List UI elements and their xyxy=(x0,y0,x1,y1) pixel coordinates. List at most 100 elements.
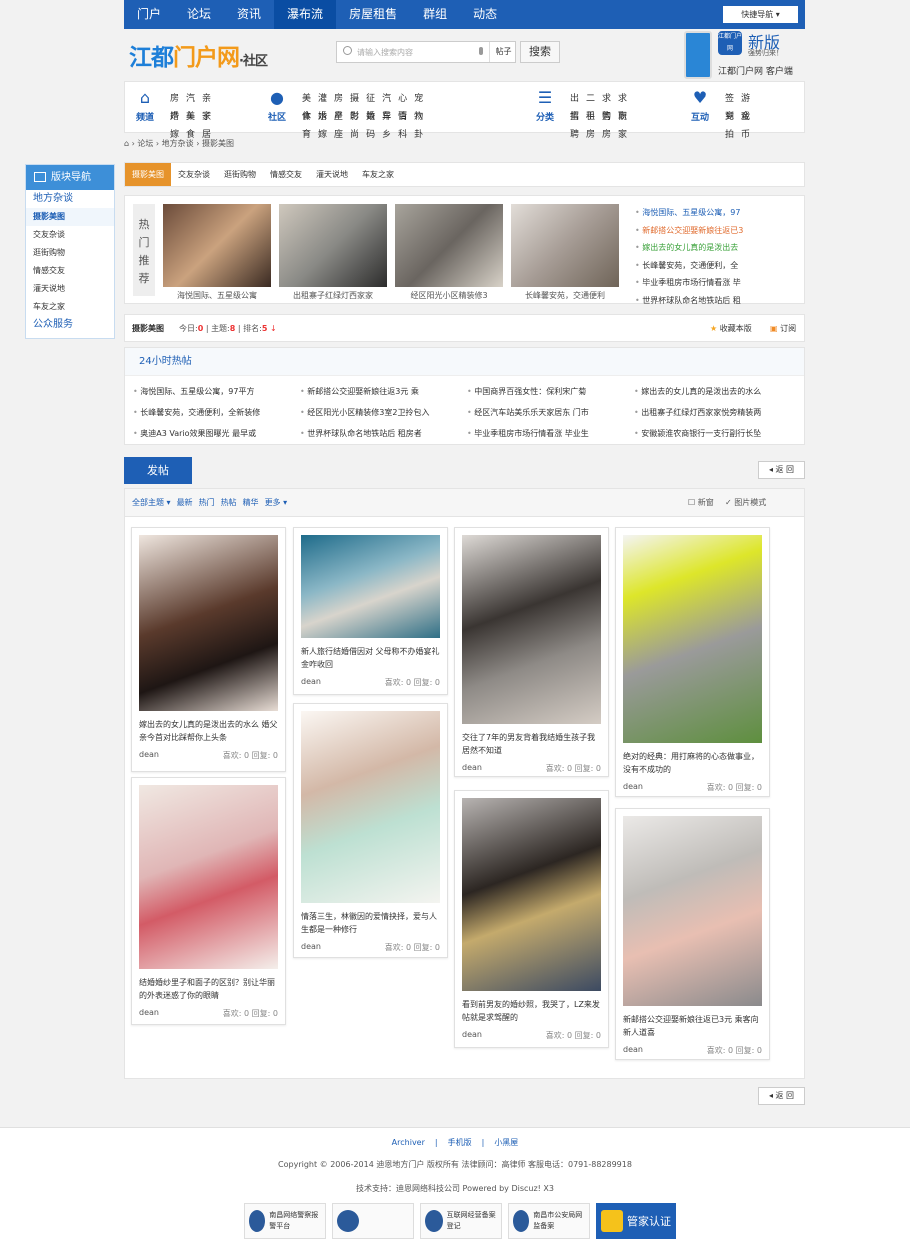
subforum-tab[interactable]: 情感交友 xyxy=(263,163,309,186)
category-link[interactable]: 宠物 xyxy=(414,90,423,122)
category-link[interactable]: 美食 xyxy=(186,108,195,140)
footer-badge[interactable] xyxy=(332,1203,414,1239)
footer-badge[interactable]: 管家认证 xyxy=(596,1203,676,1239)
post-title[interactable]: 看到前男友的婚纱照，我哭了，LZ来发帖就是求驾醒的 xyxy=(462,998,603,1024)
category-link[interactable]: 房产 xyxy=(334,90,343,122)
category-icon[interactable]: ♥ xyxy=(685,88,715,107)
category-link[interactable]: 求购 xyxy=(602,90,611,122)
app-promo[interactable]: 江都门户网 新版 强势归来！ 江都门户网 客户端 xyxy=(680,29,805,81)
breadcrumb-item[interactable]: 论坛 xyxy=(137,139,153,148)
category-link[interactable]: 汽车 xyxy=(382,90,391,122)
post-photo[interactable] xyxy=(139,785,278,969)
hot-post-link[interactable]: 中国商界百强女性：保利宋广菊 xyxy=(467,384,634,400)
top-nav-item[interactable]: 论坛 xyxy=(174,0,224,29)
post-author[interactable]: dean xyxy=(462,1030,482,1039)
hot-post-link[interactable]: 海悦国际、五星级公寓，97平方 xyxy=(133,384,300,400)
post-photo[interactable] xyxy=(301,535,440,638)
category-icon[interactable]: ☰ xyxy=(530,88,560,107)
quick-nav-button[interactable]: 快捷导航 ▾ xyxy=(723,6,798,23)
home-icon[interactable]: ⌂ xyxy=(124,139,132,148)
recommend-caption[interactable]: 出租寨子红绿灯西家家 xyxy=(279,290,387,301)
category-label[interactable]: 频道 xyxy=(130,110,160,123)
sidebar-item[interactable]: 交友杂谈 xyxy=(26,226,114,244)
new-window-toggle[interactable]: ☐ 新窗 xyxy=(688,489,720,517)
recommend-caption[interactable]: 海悦国际、五星级公寓 xyxy=(163,290,271,301)
category-link[interactable]: 房产 xyxy=(170,90,179,122)
recommend-photo[interactable] xyxy=(279,204,387,287)
subforum-tab[interactable]: 车友之家 xyxy=(355,163,401,186)
microphone-icon[interactable] xyxy=(479,47,483,55)
category-label[interactable]: 分类 xyxy=(530,110,560,123)
post-photo[interactable] xyxy=(139,535,278,711)
category-link[interactable]: 百科 xyxy=(398,108,407,140)
top-nav-item[interactable]: 门户 xyxy=(124,0,174,29)
recommend-photo[interactable] xyxy=(163,204,271,287)
subforum-tab[interactable]: 交友杂谈 xyxy=(171,163,217,186)
top-nav-item[interactable]: 动态 xyxy=(460,0,510,29)
post-title[interactable]: 新人旅行结婚借因对 父母称不办婚宴礼金咋收回 xyxy=(301,645,442,671)
post-author[interactable]: dean xyxy=(301,677,321,686)
top-nav-item[interactable]: 房屋租售 xyxy=(336,0,410,29)
category-link[interactable]: 售房 xyxy=(602,108,611,140)
breadcrumb-item[interactable]: 摄影美图 xyxy=(202,139,234,148)
search-box[interactable]: 请输入搜索内容 帖子 xyxy=(336,41,516,63)
footer-badge[interactable]: 南昌网络警察报警平台 xyxy=(244,1203,326,1239)
subforum-tab[interactable]: 摄影美图 xyxy=(125,163,171,186)
sidebar-item[interactable]: 地方杂谈 xyxy=(26,190,114,208)
hot-post-link[interactable]: 毕业季租房市场行情看涨 毕业生 xyxy=(467,426,634,442)
filter-item[interactable]: 最新 xyxy=(177,498,193,507)
recommend-link[interactable]: 新邮搭公交迎娶新娘往返已3 xyxy=(635,222,800,240)
subforum-tab[interactable]: 灌天说地 xyxy=(309,163,355,186)
category-link[interactable]: 美食 xyxy=(302,90,311,122)
subforum-tab[interactable]: 逛街购物 xyxy=(217,163,263,186)
sidebar-item[interactable]: 摄影美图 xyxy=(26,208,114,226)
hot-post-link[interactable]: 出租寨子红绿灯西家家悦旁精装两 xyxy=(634,405,801,421)
post-author[interactable]: dean xyxy=(139,1008,159,1017)
top-nav-item[interactable]: 瀑布流 xyxy=(274,0,337,29)
recommend-photo[interactable] xyxy=(395,204,503,287)
waterfall-card[interactable]: 嫁出去的女儿真的是泼出去的水么 婚父亲今首对比踩帮你上头条 dean 喜欢: 0 回… xyxy=(131,527,286,772)
category-link[interactable]: 二手 xyxy=(586,90,595,122)
category-link[interactable]: 竞拍 xyxy=(725,108,734,140)
back-button-bottom[interactable]: ◂ 返 回 xyxy=(758,1087,805,1105)
waterfall-card[interactable]: 新人旅行结婚借因对 父母称不办婚宴礼金咋收回 dean 喜欢: 0 回复: 0 xyxy=(293,527,448,695)
recommend-link[interactable]: 世界杯球队命名地铁站后 租 xyxy=(635,292,800,310)
recommend-link[interactable]: 嫁出去的女儿真的是泼出去 xyxy=(635,239,800,257)
category-link[interactable]: 八卦 xyxy=(414,108,423,140)
post-author[interactable]: dean xyxy=(462,763,482,772)
recommend-caption[interactable]: 长峰馨安苑，交通便利 xyxy=(511,290,619,301)
post-photo[interactable] xyxy=(462,535,601,724)
filter-item[interactable]: 热帖 xyxy=(221,498,237,507)
category-link[interactable]: 金币 xyxy=(741,108,750,140)
sidebar-item[interactable]: 灌天说地 xyxy=(26,280,114,298)
site-logo[interactable]: 江都门户网·社区 xyxy=(129,38,268,72)
post-photo[interactable] xyxy=(623,535,762,743)
recommend-link[interactable]: 长峰馨安苑，交通便利，全 xyxy=(635,257,800,275)
recommend-photo[interactable] xyxy=(511,204,619,287)
post-author[interactable]: dean xyxy=(139,750,159,759)
footer-badge[interactable]: 南昌市公安局网监备案 xyxy=(508,1203,590,1239)
category-link[interactable]: 体育 xyxy=(302,108,311,140)
subscribe-button[interactable]: ▣ 订阅 xyxy=(770,323,796,334)
category-link[interactable]: 商家 xyxy=(618,108,627,140)
recommend-caption[interactable]: 经区阳光小区精装修3 xyxy=(395,290,503,301)
filter-item[interactable]: 热门 xyxy=(199,498,215,507)
post-author[interactable]: dean xyxy=(301,942,321,951)
favorite-button[interactable]: ★ 收藏本版 xyxy=(710,323,752,334)
top-nav-item[interactable]: 资讯 xyxy=(224,0,274,29)
category-link[interactable]: 租房 xyxy=(586,108,595,140)
top-nav-item[interactable]: 群组 xyxy=(410,0,460,29)
post-author[interactable]: dean xyxy=(623,1045,643,1054)
post-title[interactable]: 结婚婚纱里子和面子的区别？别让华丽的外表迷惑了你的眼睛 xyxy=(139,976,280,1002)
footer-link[interactable]: Archiver xyxy=(392,1138,425,1147)
waterfall-card[interactable]: 交往了7年的男友背着我结婚生孩子我居然不知道 dean 喜欢: 0 回复: 0 xyxy=(454,527,609,777)
category-link[interactable]: 家居 xyxy=(202,108,211,140)
breadcrumb-item[interactable]: 地方杂谈 xyxy=(162,139,194,148)
footer-badge[interactable]: 互联网经营备案登记 xyxy=(420,1203,502,1239)
hot-post-link[interactable]: 新邮搭公交迎娶新娘往返3元 乘 xyxy=(300,384,467,400)
waterfall-card[interactable]: 情落三生，林徽因的爱情抉择，爱与人生都是一种修行 dean 喜欢: 0 回复: 0 xyxy=(293,703,448,958)
category-link[interactable]: 招聘 xyxy=(570,108,579,140)
waterfall-card[interactable]: 结婚婚纱里子和面子的区别？别让华丽的外表迷惑了你的眼睛 dean 喜欢: 0 回复:… xyxy=(131,777,286,1025)
sidebar-item[interactable]: 车友之家 xyxy=(26,298,114,316)
category-label[interactable]: 互动 xyxy=(685,110,715,123)
